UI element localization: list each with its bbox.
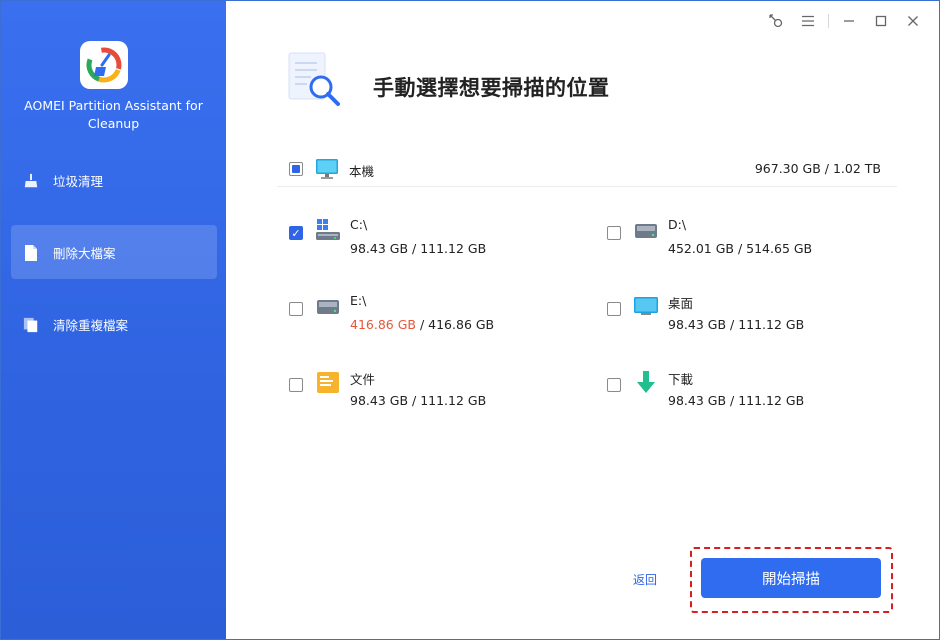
sidebar-item-delete-large-files[interactable]: 刪除大檔案 [11,225,217,279]
pc-row: 本機 967.30 GB / 1.02 TB [277,151,897,187]
sidebar-item-junk-cleanup[interactable]: 垃圾清理 [11,153,217,207]
document-search-icon [285,51,343,111]
drive-size: 98.43 GB / 111.12 GB [668,317,805,332]
menu-icon[interactable] [792,9,824,33]
drive-name: 桌面 [668,296,694,311]
pc-size: 967.30 GB / 1.02 TB [754,161,881,176]
app-window: AOMEI Partition Assistant for Cleanup 垃圾… [0,0,940,640]
separator [828,14,829,28]
minimize-icon[interactable] [833,9,865,33]
drive-checkbox-desktop[interactable] [607,302,621,316]
drive-item-downloads: 下載 98.43 GB / 111.12 GB [595,369,895,419]
drive-name: C:\ [350,217,368,232]
drive-item-desktop: 桌面 98.43 GB / 111.12 GB [595,293,895,343]
window-controls [760,9,929,33]
close-icon[interactable] [897,9,929,33]
drive-name: 文件 [350,372,376,387]
desktop-icon [633,293,659,319]
documents-folder-icon [315,369,341,395]
sidebar: AOMEI Partition Assistant for Cleanup 垃圾… [1,1,226,639]
drive-item-c: C:\ 98.43 GB / 111.12 GB [277,217,577,267]
key-icon[interactable] [760,9,792,33]
drive-size: 416.86 GB / 416.86 GB [350,317,495,332]
duplicate-files-icon [23,316,39,333]
drive-icon [315,293,341,319]
back-link[interactable]: 返回 [633,571,657,588]
file-icon [23,244,39,261]
pc-checkbox[interactable] [289,162,303,176]
drive-name: 下載 [668,372,694,387]
sidebar-item-label: 刪除大檔案 [53,245,116,261]
app-title: AOMEI Partition Assistant for Cleanup [24,98,203,131]
drive-item-d: D:\ 452.01 GB / 514.65 GB [595,217,895,267]
drive-item-documents: 文件 98.43 GB / 111.12 GB [277,369,577,419]
drive-size: 98.43 GB / 111.12 GB [668,393,805,408]
page-title: 手動選擇想要掃描的位置 [373,76,610,100]
drive-checkbox-downloads[interactable] [607,378,621,392]
maximize-icon[interactable] [865,9,897,33]
drive-checkbox-d[interactable] [607,226,621,240]
drive-size: 98.43 GB / 111.12 GB [350,241,487,256]
broom-icon [23,172,39,188]
drive-item-e: E:\ 416.86 GB / 416.86 GB [277,293,577,343]
drive-checkbox-e[interactable] [289,302,303,316]
drive-name: D:\ [668,217,687,232]
drive-size: 98.43 GB / 111.12 GB [350,393,487,408]
sidebar-item-label: 垃圾清理 [53,173,104,189]
monitor-icon [315,157,339,181]
sidebar-item-remove-duplicates[interactable]: 清除重複檔案 [11,297,217,351]
download-icon [633,369,659,395]
pc-name: 本機 [349,164,375,179]
app-logo [80,41,128,89]
drive-checkbox-c[interactable] [289,226,303,240]
system-drive-icon [315,217,341,243]
drive-checkbox-documents[interactable] [289,378,303,392]
drive-name: E:\ [350,293,367,308]
sidebar-item-label: 清除重複檔案 [53,317,129,333]
drive-size: 452.01 GB / 514.65 GB [668,241,813,256]
start-scan-button[interactable]: 開始掃描 [701,558,881,598]
drive-icon [633,217,659,243]
